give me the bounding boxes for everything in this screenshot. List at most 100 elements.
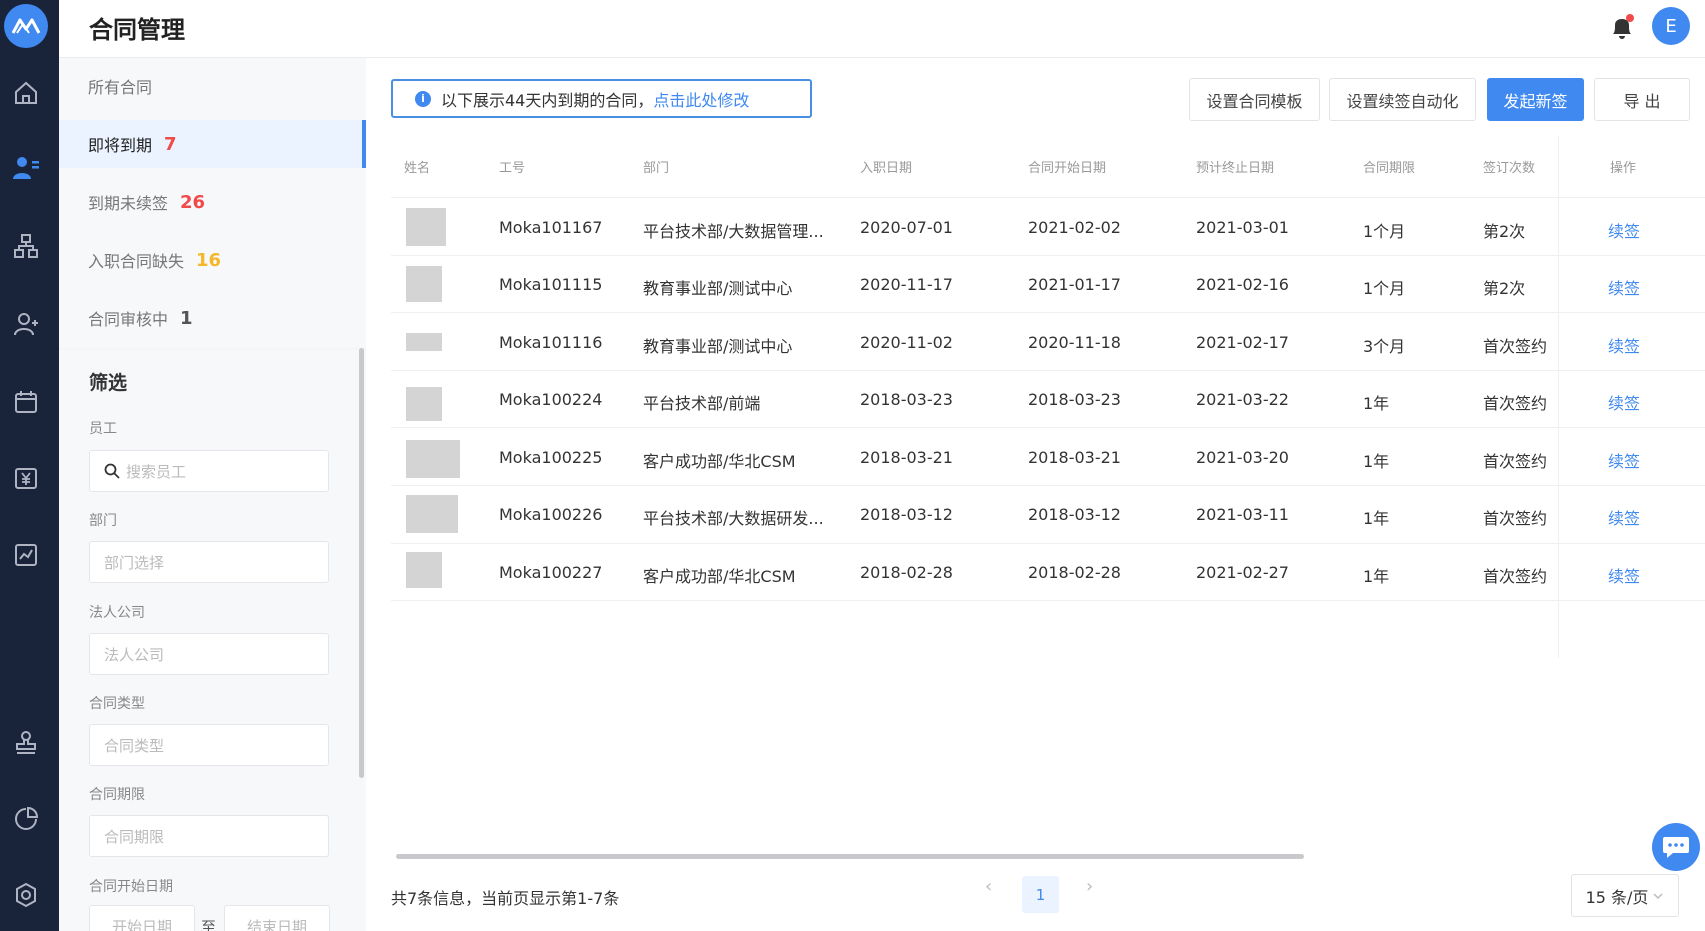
filter-scrollbar[interactable]	[359, 348, 364, 778]
settings-icon[interactable]	[12, 881, 40, 909]
start-date-from[interactable]: 开始日期	[89, 905, 195, 931]
cell-id: Moka100224	[499, 390, 603, 409]
col-header-end-date[interactable]: 预计终止日期	[1196, 157, 1274, 176]
nav-all-label: 所有合同	[88, 78, 153, 97]
app-logo-icon[interactable]	[4, 4, 48, 48]
cell-times: 第2次	[1483, 279, 1526, 298]
pie-chart-icon[interactable]	[12, 805, 40, 833]
col-header-dept[interactable]: 部门	[643, 157, 669, 176]
col-header-hire-date[interactable]: 入职日期	[860, 157, 912, 176]
nav-expiring-soon[interactable]: 即将到期 7	[59, 120, 366, 168]
col-header-id[interactable]: 工号	[499, 157, 525, 176]
cell-start-date: 2018-03-12	[1028, 505, 1121, 524]
chevron-down-icon	[1653, 892, 1663, 899]
prev-page-button[interactable]: ‹	[985, 876, 992, 897]
renew-link[interactable]: 续签	[1608, 390, 1640, 414]
renew-link[interactable]: 续签	[1608, 505, 1640, 529]
renew-link[interactable]: 续签	[1608, 333, 1640, 357]
cell-end-date: 2021-02-16	[1196, 275, 1289, 294]
date-separator: 至	[201, 918, 217, 931]
employee-icon[interactable]	[12, 154, 40, 182]
row-divider	[391, 543, 1705, 544]
company-select[interactable]: 法人公司	[89, 633, 329, 675]
contract-type-select[interactable]: 合同类型	[89, 724, 329, 766]
cell-term: 1年	[1363, 452, 1390, 471]
contract-nav: 所有合同 即将到期 7 到期未续签 26 入职合同缺失 16 合同审核中 1	[59, 58, 366, 348]
cell-id: Moka100225	[499, 448, 603, 467]
set-auto-renew-button[interactable]: 设置续签自动化	[1329, 78, 1476, 121]
col-header-times[interactable]: 签订次数	[1483, 157, 1535, 176]
redacted-name	[406, 387, 442, 421]
start-date-to-placeholder: 结束日期	[246, 917, 307, 931]
start-date-to[interactable]: 结束日期	[224, 905, 330, 931]
user-add-icon[interactable]	[12, 310, 40, 338]
cell-id: Moka101115	[499, 275, 603, 294]
nav-all-contracts[interactable]: 所有合同	[59, 62, 366, 110]
export-button[interactable]: 导 出	[1594, 78, 1690, 121]
cell-times: 首次签约	[1483, 394, 1548, 413]
search-icon	[104, 463, 120, 479]
cell-start-date: 2018-02-28	[1028, 563, 1121, 582]
cell-end-date: 2021-03-01	[1196, 218, 1289, 237]
company-placeholder: 法人公司	[104, 645, 165, 664]
cell-dept: 客户成功部/华北CSM	[643, 567, 796, 586]
redacted-name	[406, 333, 442, 351]
notice-edit-link[interactable]: 点击此处修改	[653, 87, 749, 111]
redacted-name	[406, 440, 460, 478]
cell-times: 首次签约	[1483, 337, 1548, 356]
action-column-divider	[1558, 136, 1559, 658]
chat-support-icon[interactable]	[1652, 823, 1700, 871]
col-header-term[interactable]: 合同期限	[1363, 157, 1415, 176]
calendar-icon[interactable]	[12, 388, 40, 416]
org-chart-icon[interactable]	[12, 232, 40, 260]
stamp-icon[interactable]	[12, 728, 40, 756]
cell-start-date: 2021-01-17	[1028, 275, 1121, 294]
cell-dept: 平台技术部/大数据研发...	[643, 509, 824, 528]
row-divider	[391, 370, 1705, 371]
cell-dept: 教育事业部/测试中心	[643, 279, 793, 298]
report-icon[interactable]	[12, 541, 40, 569]
user-avatar[interactable]: E	[1652, 7, 1690, 45]
row-divider	[391, 485, 1705, 486]
cell-end-date: 2021-03-11	[1196, 505, 1289, 524]
cell-dept: 平台技术部/前端	[643, 394, 761, 413]
next-page-button[interactable]: ›	[1086, 876, 1093, 897]
nav-item-label: 即将到期	[88, 136, 153, 155]
header-divider	[391, 197, 1705, 198]
page-1-button[interactable]: 1	[1022, 876, 1059, 913]
nav-item-count: 16	[196, 249, 222, 271]
cell-dept: 客户成功部/华北CSM	[643, 452, 796, 471]
set-template-button[interactable]: 设置合同模板	[1189, 78, 1320, 121]
nav-item-label: 入职合同缺失	[88, 252, 185, 271]
dept-select[interactable]: 部门选择	[89, 541, 329, 583]
expiry-notice: i 以下展示44天内到期的合同， 点击此处修改	[391, 79, 812, 118]
cell-term: 1年	[1363, 394, 1390, 413]
dept-placeholder: 部门选择	[104, 553, 165, 572]
notification-bell-icon[interactable]	[1607, 12, 1637, 42]
new-contract-button[interactable]: 发起新签	[1487, 78, 1584, 121]
redacted-name	[406, 552, 442, 588]
cell-term: 1个月	[1363, 222, 1406, 241]
cell-hire-date: 2020-11-17	[860, 275, 953, 294]
info-icon: i	[415, 90, 431, 107]
nav-item-count: 7	[164, 133, 177, 155]
home-icon[interactable]	[12, 79, 40, 107]
employee-search-input[interactable]: 搜索员工	[89, 450, 329, 492]
renew-link[interactable]: 续签	[1608, 563, 1640, 587]
left-panel: 所有合同 即将到期 7 到期未续签 26 入职合同缺失 16 合同审核中 1 筛…	[59, 58, 366, 931]
notice-text: 以下展示44天内到期的合同，	[441, 90, 654, 110]
nav-expired-unrenewed[interactable]: 到期未续签 26	[59, 178, 366, 226]
col-header-name[interactable]: 姓名	[404, 157, 430, 176]
page-size-select[interactable]: 15 条/页	[1571, 874, 1679, 917]
renew-link[interactable]: 续签	[1608, 218, 1640, 242]
table-h-scrollbar[interactable]	[396, 854, 1304, 859]
row-divider	[391, 427, 1705, 428]
nav-in-review[interactable]: 合同审核中 1	[59, 294, 366, 342]
contract-term-select[interactable]: 合同期限	[89, 815, 329, 857]
col-header-start-date[interactable]: 合同开始日期	[1028, 157, 1106, 176]
nav-missing-onboarding[interactable]: 入职合同缺失 16	[59, 236, 366, 284]
renew-link[interactable]: 续签	[1608, 275, 1640, 299]
cell-times: 第2次	[1483, 222, 1526, 241]
salary-icon[interactable]	[12, 464, 40, 492]
renew-link[interactable]: 续签	[1608, 448, 1640, 472]
